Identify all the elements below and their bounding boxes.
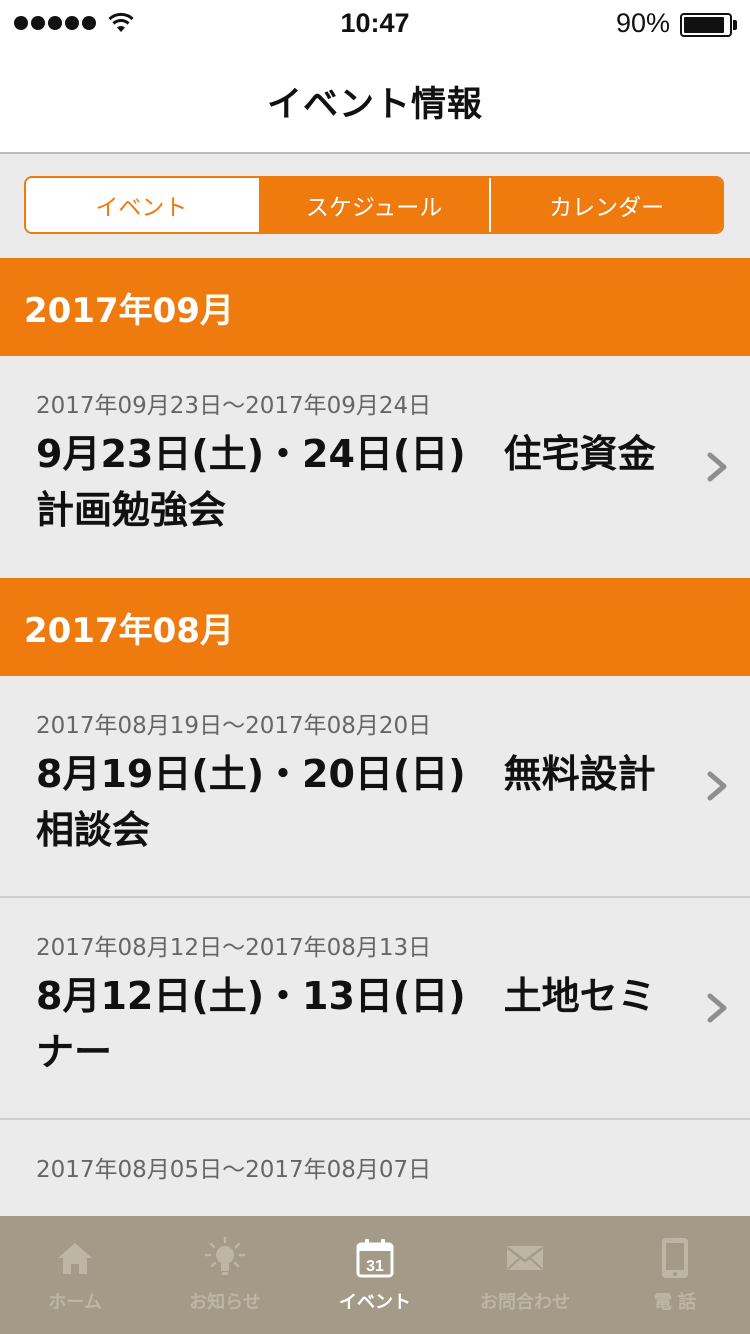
tab-label: ホーム (48, 1292, 102, 1313)
segment-event[interactable]: イベント (26, 178, 257, 232)
chevron-right-icon (707, 993, 727, 1023)
calendar-icon: 31 (353, 1236, 397, 1280)
month-header: 2017年09月 (0, 258, 750, 356)
segmented-control: イベント スケジュール カレンダー (24, 176, 724, 234)
tab-contact[interactable]: お問合わせ (450, 1216, 600, 1334)
battery-icon (680, 13, 732, 37)
event-title: 8月19日(土)・20日(日) 無料設計相談会 (36, 752, 656, 852)
tab-label: イベント (339, 1292, 411, 1313)
event-row[interactable]: 2017年09月23日〜2017年09月24日 9月23日(土)・24日(日) … (0, 356, 750, 578)
event-date-range: 2017年09月23日〜2017年09月24日 (36, 393, 432, 419)
phone-icon (653, 1236, 697, 1280)
lightbulb-icon (203, 1236, 247, 1280)
event-list: 2017年09月 2017年09月23日〜2017年09月24日 9月23日(土… (0, 258, 750, 1334)
event-title: 8月12日(土)・13日(日) 土地セミナー (36, 974, 656, 1074)
navigation-bar: イベント情報 (0, 50, 750, 154)
tab-home[interactable]: ホーム (0, 1216, 150, 1334)
chevron-right-icon (707, 771, 727, 801)
tab-event[interactable]: 31 イベント (300, 1216, 450, 1334)
event-row[interactable]: 2017年08月19日〜2017年08月20日 8月19日(土)・20日(日) … (0, 676, 750, 898)
event-date-range: 2017年08月12日〜2017年08月13日 (36, 935, 432, 961)
tab-phone[interactable]: 電 話 (600, 1216, 750, 1334)
tab-label: 電 話 (653, 1292, 697, 1313)
home-icon (53, 1236, 97, 1280)
segment-schedule[interactable]: スケジュール (256, 178, 490, 232)
tab-bar: ホーム お知らせ 31 イベント お問合わせ 電 話 (0, 1216, 750, 1334)
month-header: 2017年08月 (0, 578, 750, 676)
event-row[interactable]: 2017年08月12日〜2017年08月13日 8月12日(土)・13日(日) … (0, 898, 750, 1120)
calendar-day: 31 (366, 1258, 384, 1275)
page-title: イベント情報 (266, 84, 483, 125)
tab-label: お知らせ (189, 1292, 261, 1313)
segment-calendar[interactable]: カレンダー (489, 178, 722, 232)
status-bar: 10:47 90% (0, 0, 750, 50)
event-date-range: 2017年08月19日〜2017年08月20日 (36, 713, 432, 739)
tab-label: お問合わせ (480, 1292, 570, 1313)
mail-icon (503, 1236, 547, 1280)
chevron-right-icon (707, 452, 727, 482)
event-title: 9月23日(土)・24日(日) 住宅資金計画勉強会 (36, 432, 656, 532)
battery-percent: 90% (615, 8, 670, 38)
event-date-range: 2017年08月05日〜2017年08月07日 (36, 1157, 432, 1183)
tab-news[interactable]: お知らせ (150, 1216, 300, 1334)
